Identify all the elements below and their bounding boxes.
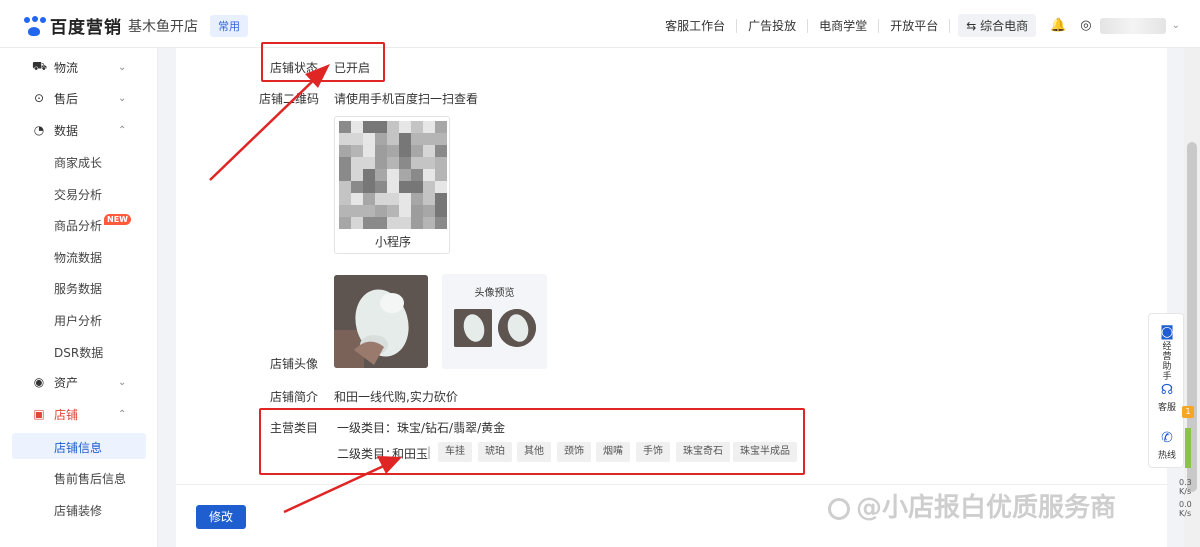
annotation-arrow-line xyxy=(283,462,389,514)
network-speed-meter: 1 0.3 K/s 0.0 K/s xyxy=(1178,404,1200,524)
headset-icon: ☊ xyxy=(1160,382,1174,398)
operation-assistant-button[interactable]: ◙ 经营助手 xyxy=(1149,324,1185,382)
net-badge: 1 xyxy=(1182,406,1194,418)
watermark: @小店报白优质服务商 xyxy=(828,487,1116,524)
net-speed-unit: K/s xyxy=(1179,487,1192,496)
phone-icon: ✆ xyxy=(1161,430,1173,446)
annotation-arrowhead xyxy=(377,456,402,474)
annotation-arrow-line xyxy=(209,75,319,181)
float-label: 客服 xyxy=(1157,403,1176,413)
float-label: 热线 xyxy=(1157,451,1176,461)
watermark-logo-icon xyxy=(828,497,850,520)
net-speed-text: 0.0 xyxy=(1179,500,1192,509)
robot-icon: ◙ xyxy=(1160,324,1174,340)
net-speed-text: 0.3 xyxy=(1179,478,1192,487)
annotation-arrows xyxy=(209,64,402,514)
net-speed-unit: K/s xyxy=(1179,509,1192,518)
watermark-text: @小店报白优质服务商 xyxy=(856,493,1117,523)
net-level-bar xyxy=(1185,428,1191,468)
float-label: 经营助手 xyxy=(1162,342,1172,382)
